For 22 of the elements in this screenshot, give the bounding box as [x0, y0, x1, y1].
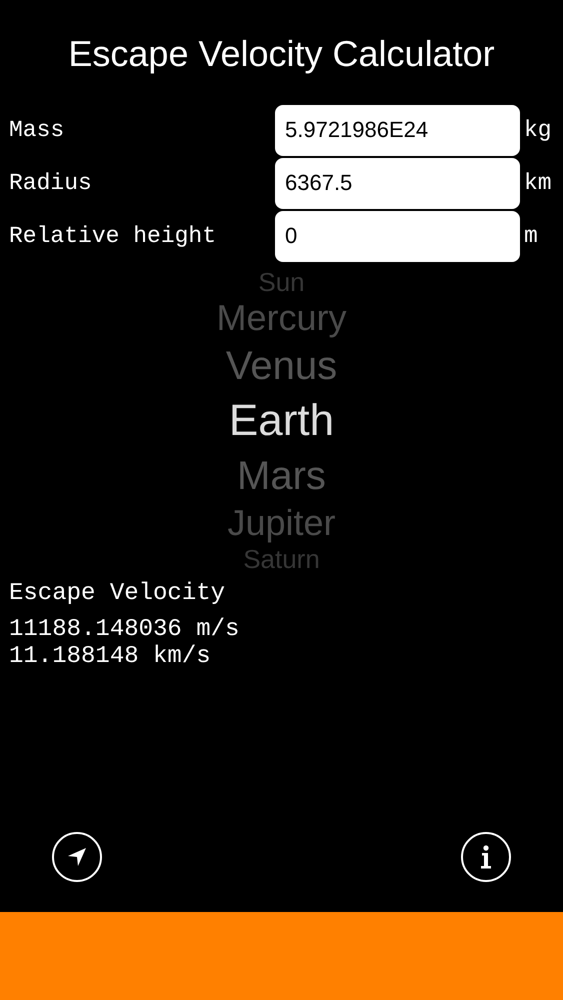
picker-item[interactable]: Earth [228, 393, 334, 448]
result-value: 11188.148036 m/s [9, 616, 240, 643]
input-field[interactable]: 6367.5 [275, 158, 520, 208]
input-field[interactable]: 0 [275, 210, 520, 262]
app-title: Escape Velocity Calculator [68, 36, 495, 72]
field-label: Relative height [8, 222, 218, 251]
result-value: 11.188148 km/s [9, 643, 212, 670]
unit-label: km [523, 168, 552, 198]
picker-item[interactable]: Jupiter [227, 503, 336, 543]
input-field[interactable]: 5.9721986E24 [275, 104, 520, 156]
result-heading: Escape Velocity [9, 579, 226, 609]
picker-item[interactable]: Mercury [216, 298, 346, 338]
location-button[interactable] [52, 832, 102, 882]
info-icon [479, 845, 493, 869]
location-arrow-icon [66, 846, 88, 868]
info-button[interactable] [461, 832, 511, 882]
field-label: Radius [8, 168, 93, 198]
unit-label: kg [523, 116, 552, 145]
field-label: Mass [8, 116, 66, 145]
unit-label: m [523, 222, 538, 251]
picker-item[interactable]: Venus [226, 338, 338, 393]
picker-item[interactable]: Mars [237, 448, 326, 503]
